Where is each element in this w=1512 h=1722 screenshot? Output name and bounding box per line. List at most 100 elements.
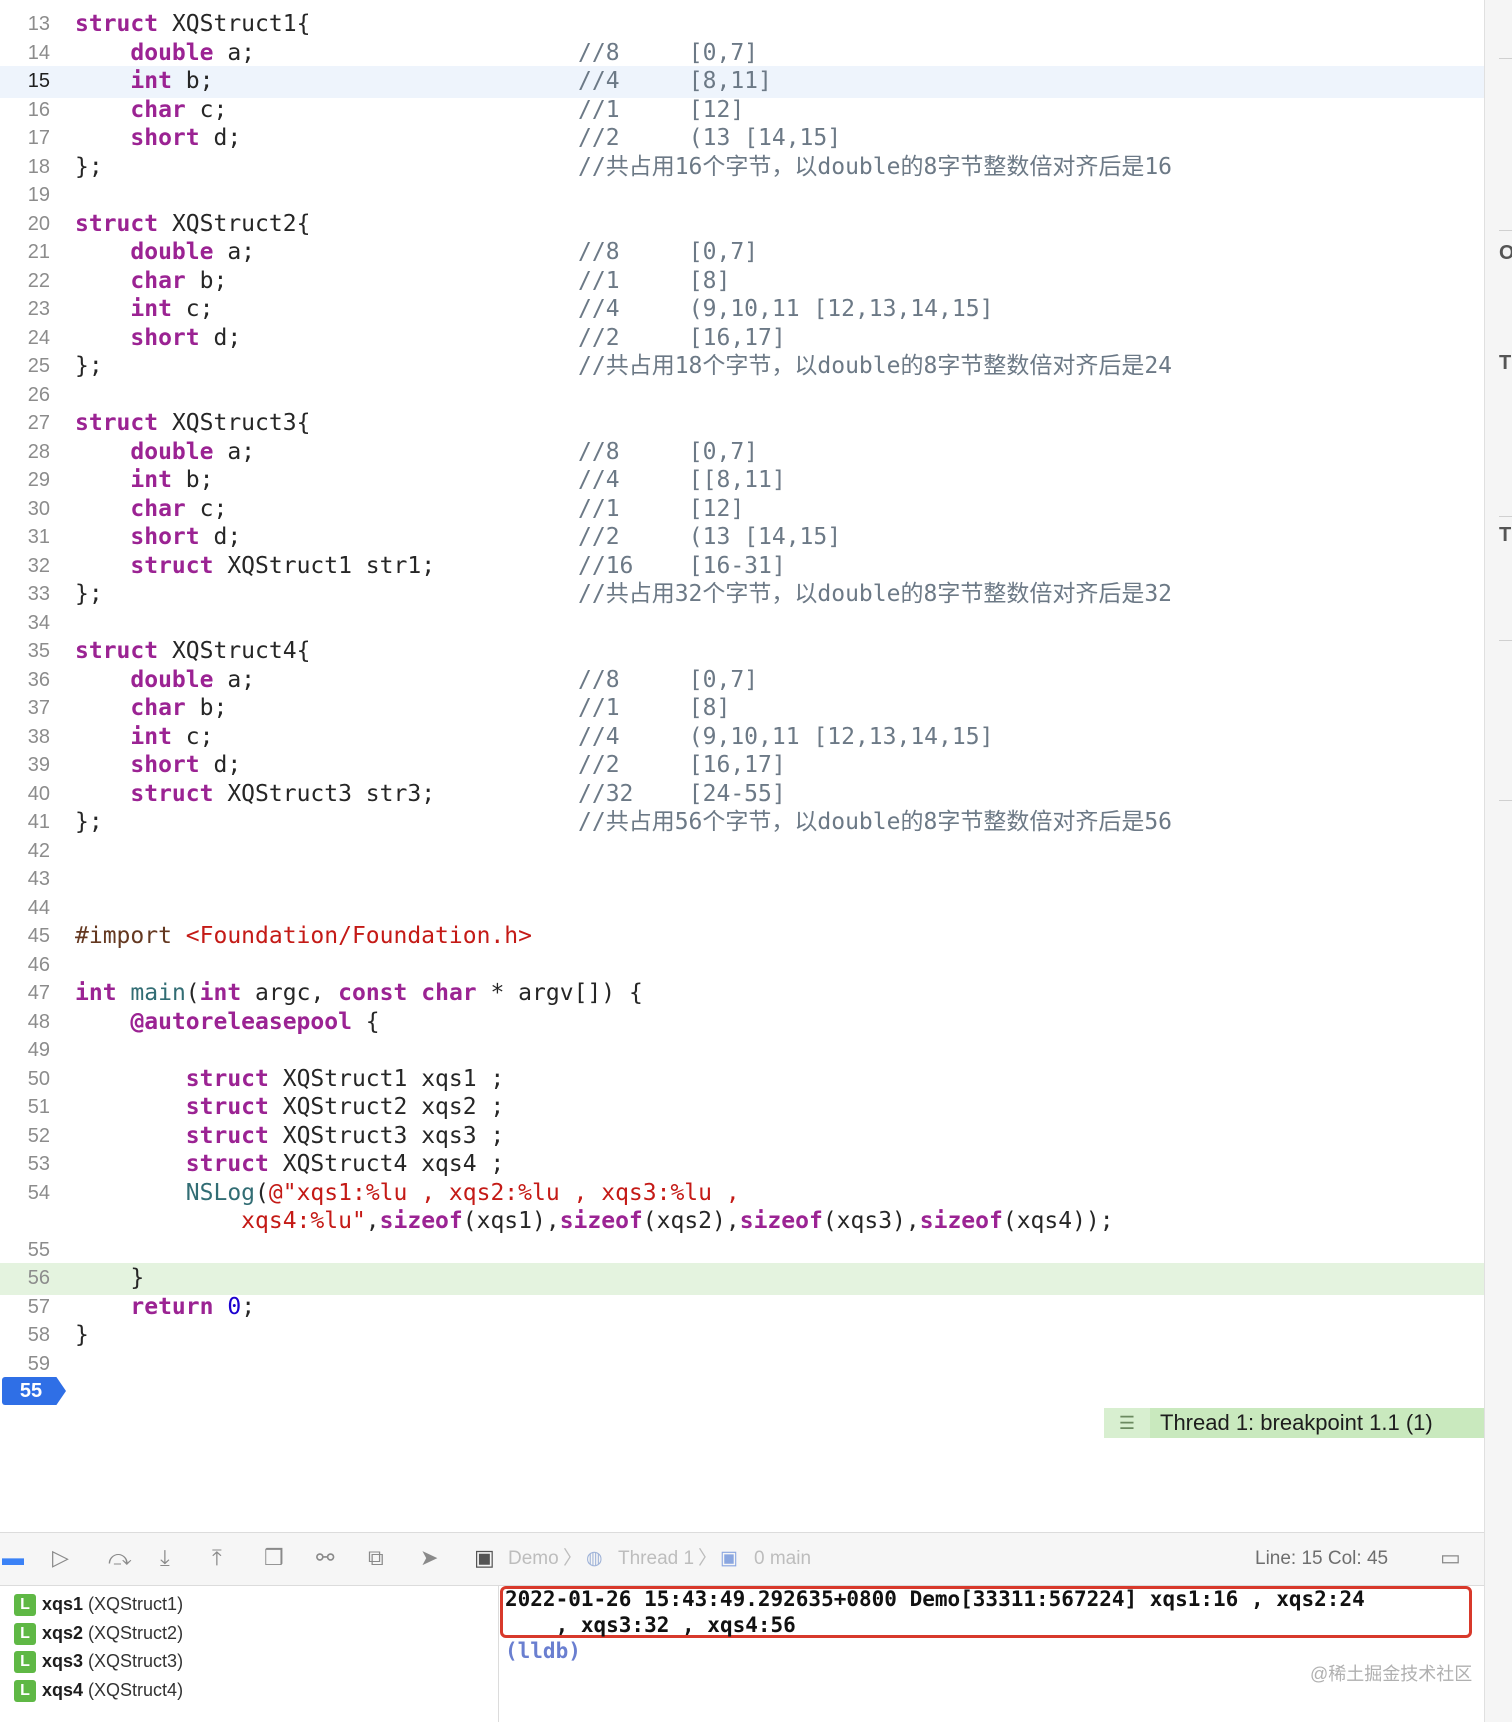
code-line[interactable]: 43 <box>0 864 1484 896</box>
code-line[interactable]: 16 char c; //1 [12] <box>0 95 1484 127</box>
step-over-icon[interactable]: ⤼ <box>108 1545 132 1571</box>
line-number[interactable]: 53 <box>0 1149 50 1181</box>
code-line[interactable]: 38 int c; //4 (9,10,11 [12,13,14,15] <box>0 722 1484 754</box>
line-number[interactable]: 41 <box>0 807 50 839</box>
code-line[interactable]: 52 struct XQStruct3 xqs3 ; <box>0 1121 1484 1153</box>
code-line[interactable]: 24 short d; //2 [16,17] <box>0 323 1484 355</box>
variable-row[interactable]: Lxqs3 (XQStruct3) <box>14 1647 183 1675</box>
line-number[interactable]: 36 <box>0 665 50 697</box>
code-line[interactable]: 36 double a; //8 [0,7] <box>0 665 1484 697</box>
code-line[interactable]: 30 char c; //1 [12] <box>0 494 1484 526</box>
line-number[interactable]: 54 <box>0 1178 50 1210</box>
line-number[interactable]: 59 <box>0 1349 50 1381</box>
line-number[interactable]: 58 <box>0 1320 50 1352</box>
code-line[interactable]: 28 double a; //8 [0,7] <box>0 437 1484 469</box>
code-line[interactable]: 37 char b; //1 [8] <box>0 693 1484 725</box>
breadcrumb-thread[interactable]: Thread 1 <box>618 1547 694 1571</box>
line-number[interactable]: 28 <box>0 437 50 469</box>
line-number[interactable]: 44 <box>0 893 50 925</box>
line-number[interactable]: 23 <box>0 294 50 326</box>
line-number[interactable]: 35 <box>0 636 50 668</box>
code-line[interactable]: 50 struct XQStruct1 xqs1 ; <box>0 1064 1484 1096</box>
line-number[interactable]: 56 <box>0 1263 50 1295</box>
code-line[interactable]: 59 <box>0 1349 1484 1381</box>
code-line[interactable]: 15 int b; //4 [8,11] <box>0 66 1484 98</box>
code-line[interactable]: 17 short d; //2 (13 [14,15] <box>0 123 1484 155</box>
code-line[interactable]: 44 <box>0 893 1484 925</box>
code-line[interactable]: 18}; //共占用16个字节，以double的8字节整数倍对齐后是16 <box>0 152 1484 184</box>
breadcrumb-process[interactable]: Demo <box>508 1547 559 1571</box>
code-line[interactable]: 35 struct XQStruct4{ <box>0 636 1484 668</box>
variable-row[interactable]: Lxqs1 (XQStruct1) <box>14 1590 183 1618</box>
line-number[interactable]: 27 <box>0 408 50 440</box>
line-number[interactable]: 52 <box>0 1121 50 1153</box>
code-line[interactable]: 53 struct XQStruct4 xqs4 ; <box>0 1149 1484 1181</box>
memory-graph-icon[interactable]: ⚯ <box>316 1545 334 1571</box>
location-icon[interactable]: ➤ <box>420 1545 438 1571</box>
line-number[interactable]: 39 <box>0 750 50 782</box>
code-line[interactable]: 54 NSLog(@"xqs1:%lu , xqs2:%lu , xqs3:%l… <box>0 1178 1484 1210</box>
code-line[interactable]: 47 int main(int argc, const char * argv[]… <box>0 978 1484 1010</box>
code-line[interactable]: 34 <box>0 608 1484 640</box>
line-number[interactable]: 17 <box>0 123 50 155</box>
code-line[interactable]: 25}; //共占用18个字节，以double的8字节整数倍对齐后是24 <box>0 351 1484 383</box>
line-number[interactable]: 15 <box>0 66 50 98</box>
line-number[interactable]: 47 <box>0 978 50 1010</box>
code-line[interactable]: 42 <box>0 836 1484 868</box>
line-number[interactable]: 42 <box>0 836 50 868</box>
code-line[interactable]: 48 @autoreleasepool { <box>0 1007 1484 1039</box>
line-number[interactable]: 21 <box>0 237 50 269</box>
line-number[interactable]: 26 <box>0 380 50 412</box>
code-line[interactable]: 39 short d; //2 [16,17] <box>0 750 1484 782</box>
line-number[interactable]: 18 <box>0 152 50 184</box>
hide-debug-area-icon[interactable]: ▭ <box>1440 1545 1461 1571</box>
lldb-prompt[interactable]: (lldb) <box>505 1638 581 1664</box>
code-line[interactable]: 40 struct XQStruct3 str3; //32 [24-55] <box>0 779 1484 811</box>
line-number[interactable]: 45 <box>0 921 50 953</box>
line-number[interactable]: 32 <box>0 551 50 583</box>
code-line[interactable]: 29 int b; //4 [[8,11] <box>0 465 1484 497</box>
code-line[interactable]: 14 double a; //8 [0,7] <box>0 38 1484 70</box>
line-number[interactable]: 24 <box>0 323 50 355</box>
line-number[interactable]: 19 <box>0 180 50 212</box>
line-number[interactable]: 20 <box>0 209 50 241</box>
line-number[interactable]: 31 <box>0 522 50 554</box>
variable-row[interactable]: Lxqs2 (XQStruct2) <box>14 1619 183 1647</box>
code-line[interactable]: 57 return 0; <box>0 1292 1484 1324</box>
breakpoint-indicator[interactable]: 55 <box>2 1377 66 1405</box>
code-line[interactable]: 23 int c; //4 (9,10,11 [12,13,14,15] <box>0 294 1484 326</box>
line-number[interactable]: 29 <box>0 465 50 497</box>
code-editor[interactable]: 13 struct XQStruct1{14 double a; //8 [0,7]… <box>0 0 1484 1532</box>
code-line[interactable]: 32 struct XQStruct1 str1; //16 [16-31] <box>0 551 1484 583</box>
code-line[interactable]: 20 struct XQStruct2{ <box>0 209 1484 241</box>
code-line[interactable]: 58} <box>0 1320 1484 1352</box>
code-line[interactable]: 22 char b; //1 [8] <box>0 266 1484 298</box>
line-number[interactable]: 14 <box>0 38 50 70</box>
code-line[interactable]: 51 struct XQStruct2 xqs2 ; <box>0 1092 1484 1124</box>
line-number[interactable]: 22 <box>0 266 50 298</box>
variable-row[interactable]: Lxqs4 (XQStruct4) <box>14 1676 183 1704</box>
line-number[interactable]: 55 <box>0 1235 50 1267</box>
line-number[interactable]: 34 <box>0 608 50 640</box>
environment-icon[interactable]: ⧉ <box>368 1545 384 1571</box>
code-line[interactable]: 56 } <box>0 1263 1484 1295</box>
line-number[interactable]: 51 <box>0 1092 50 1124</box>
toggle-breakpoints-icon[interactable]: ▬ <box>2 1545 24 1571</box>
console-output[interactable]: 2022-01-26 15:43:49.292635+0800 Demo[333… <box>500 1586 1484 1722</box>
line-number[interactable]: 40 <box>0 779 50 811</box>
code-line[interactable]: 26 <box>0 380 1484 412</box>
step-out-icon[interactable]: ⤒ <box>212 1545 222 1571</box>
line-number[interactable]: 25 <box>0 351 50 383</box>
code-line[interactable]: 19 <box>0 180 1484 212</box>
code-line[interactable]: 21 double a; //8 [0,7] <box>0 237 1484 269</box>
code-line[interactable]: 27 struct XQStruct3{ <box>0 408 1484 440</box>
code-line[interactable]: 45 #import <Foundation/Foundation.h> <box>0 921 1484 953</box>
line-number[interactable]: 57 <box>0 1292 50 1324</box>
line-number[interactable]: 13 <box>0 9 50 41</box>
line-number[interactable]: 49 <box>0 1035 50 1067</box>
list-icon[interactable]: ☰ <box>1104 1408 1150 1438</box>
line-number[interactable]: 33 <box>0 579 50 611</box>
continue-icon[interactable]: ▷ <box>52 1545 69 1571</box>
view-hierarchy-icon[interactable]: ❒ <box>264 1545 284 1571</box>
breadcrumb-frame[interactable]: 0 main <box>754 1547 811 1571</box>
